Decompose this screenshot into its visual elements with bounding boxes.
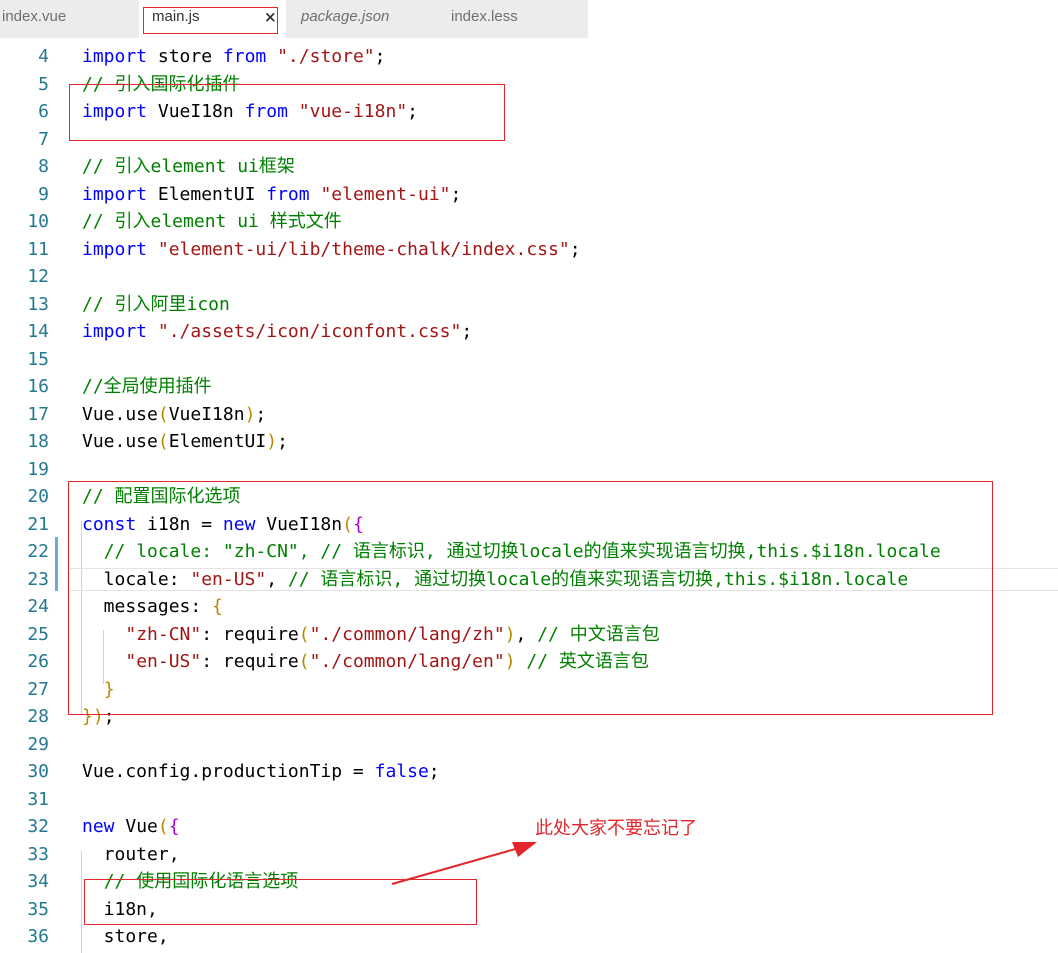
- annotation-note: 此处大家不要忘记了: [535, 818, 697, 839]
- annotation-arrow: [391, 842, 537, 885]
